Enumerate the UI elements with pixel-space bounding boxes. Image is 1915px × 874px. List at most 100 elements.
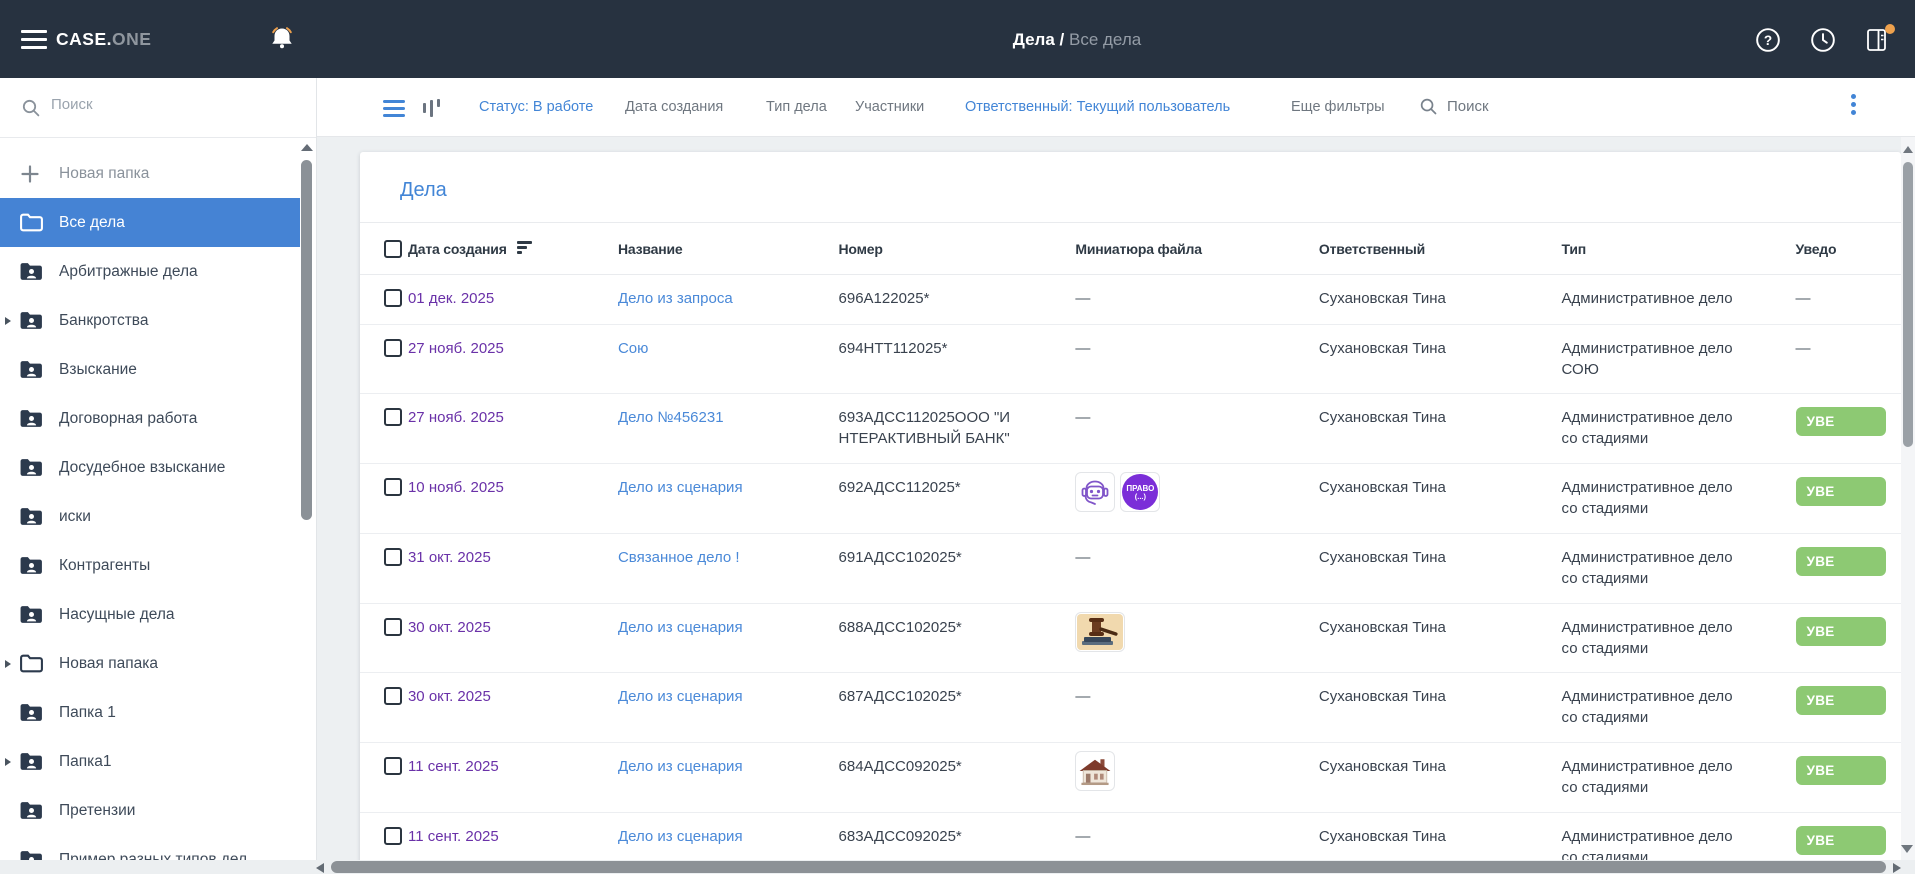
- list-view-icon[interactable]: [383, 100, 405, 121]
- sidebar-item-label: Банкротства: [59, 311, 149, 329]
- thumbnail-group: [1075, 751, 1319, 791]
- case-name-link[interactable]: Сою: [618, 340, 648, 357]
- select-all-checkbox[interactable]: [384, 240, 402, 258]
- column-header[interactable]: Номер: [839, 241, 1076, 257]
- case-number-cell: 693АДСС112025ООО "ИНТЕРАКТИВНЫЙ БАНК": [839, 407, 1076, 449]
- sidebar-item[interactable]: Папка1: [0, 737, 300, 786]
- sidebar-item[interactable]: Папка 1: [0, 688, 300, 737]
- case-number: 693АДСС112025ООО "ИНТЕРАКТИВНЫЙ БАНК": [838, 409, 1011, 447]
- notification-cell: УВЕ: [1795, 407, 1901, 436]
- column-settings-icon[interactable]: [423, 98, 443, 118]
- case-name-link[interactable]: Дело из сценария: [618, 688, 743, 705]
- chevron-right-icon[interactable]: [5, 757, 11, 766]
- hamburger-menu-icon[interactable]: [21, 30, 47, 49]
- sidebar-item-label: Досудебное взыскание: [59, 458, 226, 476]
- sidebar-item[interactable]: Все дела: [0, 198, 300, 247]
- column-header-label: Ответственный: [1318, 240, 1426, 257]
- pravo-thumbnail[interactable]: ПРАВО (...): [1120, 472, 1161, 512]
- sidebar-new-folder-button[interactable]: Новая папка: [0, 149, 300, 198]
- row-checkbox[interactable]: [384, 687, 402, 705]
- column-header[interactable]: Ответственный: [1319, 241, 1562, 257]
- case-name-link[interactable]: Дело из сценария: [618, 828, 743, 845]
- horizontal-scroll-left-arrow[interactable]: [316, 863, 324, 873]
- row-checkbox[interactable]: [384, 478, 402, 496]
- sidebar-item[interactable]: Арбитражные дела: [0, 247, 300, 296]
- notification-badge: УВЕ: [1795, 686, 1886, 715]
- case-name-link[interactable]: Дело из сценария: [618, 479, 743, 496]
- row-checkbox[interactable]: [384, 618, 402, 636]
- gavel-thumbnail[interactable]: [1075, 612, 1126, 652]
- history-button[interactable]: [1810, 27, 1836, 53]
- sidebar-scroll-up-arrow[interactable]: [301, 144, 313, 151]
- vertical-scroll-up-arrow[interactable]: [1903, 146, 1913, 153]
- table-row: 01 дек. 2025 Дело из запроса 696A122025* — С…: [360, 275, 1901, 325]
- filter-search[interactable]: Поиск: [1419, 97, 1489, 116]
- row-checkbox[interactable]: [384, 289, 402, 307]
- chevron-right-icon[interactable]: [5, 659, 11, 668]
- sidebar-item[interactable]: иски: [0, 492, 300, 541]
- vertical-scrollbar-thumb[interactable]: [1903, 162, 1913, 447]
- breadcrumb-current: Дела /: [1012, 30, 1065, 49]
- row-checkbox[interactable]: [384, 339, 402, 357]
- horizontal-scrollbar-thumb[interactable]: [331, 861, 1886, 873]
- case-name-link[interactable]: Связанное дело !: [618, 549, 740, 566]
- filter-item[interactable]: Еще фильтры: [1291, 99, 1385, 115]
- notification-cell: УВЕ: [1795, 686, 1901, 715]
- case-name-link[interactable]: Дело из сценария: [618, 619, 743, 636]
- panel-button[interactable]: [1865, 24, 1895, 53]
- sidebar-item-label: Взыскание: [59, 360, 137, 378]
- sidebar-item[interactable]: Контрагенты: [0, 541, 300, 590]
- vertical-scroll-down-arrow[interactable]: [1901, 845, 1913, 853]
- filter-item[interactable]: Дата создания: [625, 99, 723, 115]
- column-header[interactable]: Дата создания: [408, 241, 618, 257]
- filter-active[interactable]: Ответственный: Текущий пользователь: [965, 99, 1230, 115]
- sidebar-item[interactable]: Договорная работа: [0, 394, 300, 443]
- sidebar-item[interactable]: Банкротства: [0, 296, 300, 345]
- sidebar-item[interactable]: Претензии: [0, 786, 300, 835]
- sidebar-item[interactable]: Взыскание: [0, 345, 300, 394]
- notifications-bell-icon[interactable]: [267, 24, 297, 54]
- case-name-cell: Дело из сценария: [618, 686, 839, 707]
- case-date: 30 окт. 2025: [407, 619, 491, 636]
- row-checkbox[interactable]: [384, 548, 402, 566]
- robot-thumbnail[interactable]: [1075, 472, 1116, 512]
- help-button[interactable]: ?: [1755, 27, 1781, 53]
- filter-item[interactable]: Тип дела: [766, 99, 827, 115]
- table-header-row: Дата создания Название Номер Миниатюра файл…: [360, 222, 1901, 275]
- column-header[interactable]: Тип: [1562, 241, 1796, 257]
- column-header-label: Уведо: [1795, 240, 1837, 257]
- column-header[interactable]: Миниатюра файла: [1075, 241, 1319, 257]
- case-name-cell: Дело из запроса: [618, 288, 839, 309]
- sidebar-item[interactable]: Новая папака: [0, 639, 300, 688]
- column-header[interactable]: Уведо: [1796, 241, 1901, 257]
- row-checkbox[interactable]: [384, 408, 402, 426]
- column-header[interactable]: Название: [618, 241, 839, 257]
- filter-item[interactable]: Участники: [855, 99, 924, 115]
- notification-cell: —: [1796, 288, 1901, 309]
- sidebar-scrollbar-thumb[interactable]: [301, 160, 312, 520]
- sidebar-search-input[interactable]: [49, 95, 283, 114]
- more-options-icon[interactable]: [1846, 94, 1860, 118]
- case-number-cell: 683АДСС092025*: [839, 826, 1076, 847]
- case-type-cell: Административное дело со стадиями: [1562, 617, 1796, 659]
- sidebar-item[interactable]: Досудебное взыскание: [0, 443, 300, 492]
- app-logo: CASE.ONE: [56, 29, 151, 50]
- row-checkbox[interactable]: [384, 827, 402, 845]
- case-name-link[interactable]: Дело из запроса: [618, 290, 733, 307]
- sort-descending-icon[interactable]: [516, 241, 532, 256]
- case-number-cell: 687АДСС102025*: [839, 686, 1076, 707]
- table-row: 27 нояб. 2025 Дело №456231 693АДСС112025ОО…: [360, 394, 1901, 464]
- house-thumbnail[interactable]: [1075, 751, 1116, 791]
- horizontal-scroll-right-arrow[interactable]: [1893, 863, 1901, 873]
- case-number-cell: 684АДСС092025*: [839, 756, 1076, 777]
- case-date: 01 дек. 2025: [407, 290, 495, 307]
- filter-active[interactable]: Статус: В работе: [479, 99, 593, 115]
- row-checkbox[interactable]: [384, 757, 402, 775]
- chevron-right-icon[interactable]: [5, 316, 11, 325]
- sidebar-item[interactable]: Насущные дела: [0, 590, 300, 639]
- case-name-link[interactable]: Дело из сценария: [618, 758, 743, 775]
- notification-dot: [1885, 24, 1895, 34]
- search-icon: [22, 99, 40, 117]
- empty-value: —: [1795, 290, 1811, 307]
- case-name-link[interactable]: Дело №456231: [618, 409, 724, 426]
